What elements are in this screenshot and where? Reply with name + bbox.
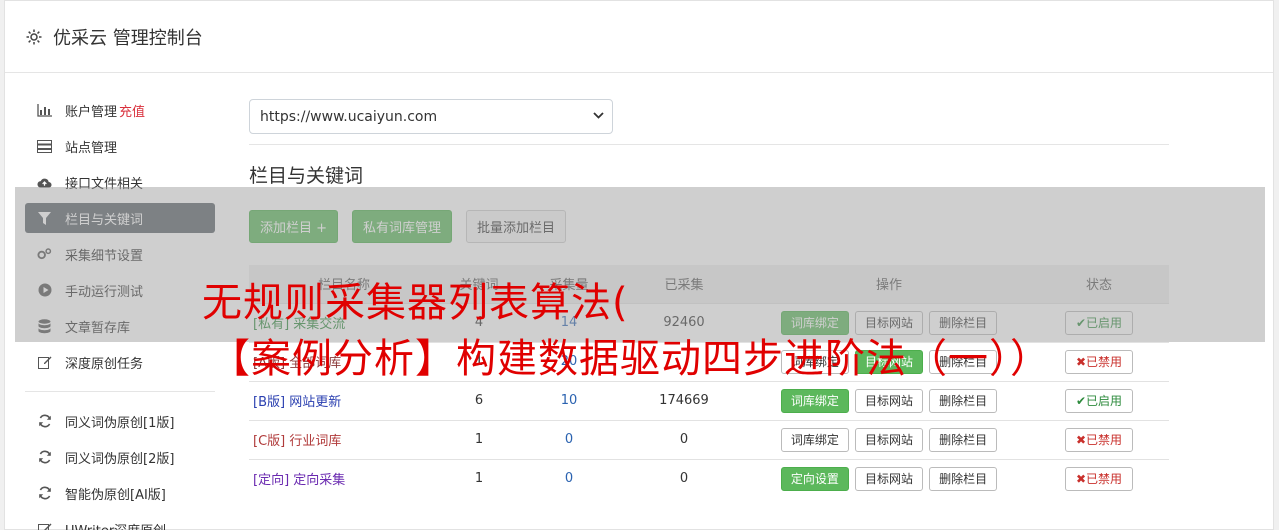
collect-count[interactable]: 0 [519,458,619,498]
target-site-button[interactable]: 目标网站 [854,466,923,491]
sidebar-item-deep-original[interactable]: 深度原创任务 [25,347,215,377]
status-toggle[interactable]: ✖已禁用 [1064,466,1134,491]
column-name: 定向采集 [293,473,346,489]
delete-column-button[interactable]: 删除栏目 [929,466,998,491]
server-icon [37,139,52,154]
sidebar-item-sites[interactable]: 站点管理 [25,131,215,161]
status-cell: ✔已启用 [1029,380,1169,420]
refresh-icon [37,450,52,465]
delete-column-button[interactable]: 删除栏目 [929,388,998,413]
bind-lib-button[interactable]: 词库绑定 [780,427,849,452]
table-row: [定向] 定向采集 1 0 0 定向设置 目标网站 删除栏目 ✖已禁用 [249,458,1169,498]
column-name-cell[interactable]: [C版] 行业词库 [249,419,439,459]
bar-chart-icon [37,103,52,118]
sidebar-item-synonym-v1[interactable]: 同义词伪原创[1版] [25,406,215,436]
sidebar-item-label: 深度原创任务 [65,356,144,372]
site-select-value: https://www.ucaiyun.com [260,108,438,125]
collected-count: 174669 [619,380,749,420]
keyword-count: 1 [439,419,519,459]
sidebar-item-label: 同义词伪原创[2版] [65,451,175,467]
status-toggle[interactable]: ✔已启用 [1064,388,1134,413]
sidebar-item-synonym-v2[interactable]: 同义词伪原创[2版] [25,442,215,472]
sidebar-item-label: 站点管理 [65,140,118,156]
status-cell: ✖已禁用 [1029,458,1169,498]
column-name: 行业词库 [289,434,342,449]
keyword-count: 1 [439,458,519,498]
overlay-headline-line1: 无规则采集器列表算法( [202,280,629,326]
column-name-cell[interactable]: [B版] 网站更新 [249,380,439,420]
ops-cell: 词库绑定 目标网站 删除栏目 [749,419,1029,459]
sidebar-item-uwriter[interactable]: UWriter深度原创 [25,514,215,530]
site-select[interactable]: https://www.ucaiyun.com [249,99,613,134]
status-toggle[interactable]: ✖已禁用 [1064,427,1134,452]
gear-icon [25,28,43,46]
collect-count[interactable]: 0 [519,419,619,459]
directed-settings-button[interactable]: 定向设置 [780,466,849,491]
section-title: 栏目与关键词 [249,165,364,187]
sidebar-item-account[interactable]: 账户管理 充值 [25,95,215,125]
ops-cell: 定向设置 目标网站 删除栏目 [749,458,1029,498]
collected-count: 0 [619,458,749,498]
bind-lib-button[interactable]: 词库绑定 [780,388,849,413]
sidebar-divider [25,391,215,392]
refresh-icon [37,486,52,501]
recharge-link[interactable]: 充值 [119,101,145,120]
ops-cell: 词库绑定 目标网站 删除栏目 [749,380,1029,420]
sidebar-item-ai-original[interactable]: 智能伪原创[AI版] [25,478,215,508]
sidebar-item-label: 账户管理 [65,104,118,120]
column-name-cell[interactable]: [定向] 定向采集 [249,458,439,498]
collected-count: 0 [619,419,749,459]
delete-column-button[interactable]: 删除栏目 [929,427,998,452]
column-tag: [C版] [253,434,286,449]
column-tag: [B版] [253,395,286,410]
collect-count[interactable]: 10 [519,380,619,420]
keyword-count: 6 [439,380,519,420]
overlay-headline-line2: 【案例分析】构建数据驱动四步进阶法（一）） [210,336,1051,382]
sidebar-item-label: 同义词伪原创[1版] [65,415,175,431]
sidebar-item-label: UWriter深度原创 [65,520,166,530]
status-toggle[interactable]: ✖已禁用 [1064,349,1134,374]
target-site-button[interactable]: 目标网站 [854,388,923,413]
top-bar: 优采云 管理控制台 [5,1,1273,73]
app-title: 优采云 管理控制台 [53,27,203,49]
sidebar-item-label: 智能伪原创[AI版] [65,487,166,503]
table-row: [C版] 行业词库 1 0 0 词库绑定 目标网站 删除栏目 ✖已禁用 [249,419,1169,459]
table-row: [B版] 网站更新 6 10 174669 词库绑定 目标网站 删除栏目 ✔已启… [249,380,1169,420]
edit-icon [37,522,52,530]
status-cell: ✖已禁用 [1029,419,1169,459]
chevron-down-icon [593,111,604,122]
refresh-icon [37,414,52,429]
column-name: 网站更新 [289,395,342,410]
divider [249,144,1169,145]
target-site-button[interactable]: 目标网站 [854,427,923,452]
column-tag: [定向] [253,473,290,489]
edit-icon [37,355,52,370]
